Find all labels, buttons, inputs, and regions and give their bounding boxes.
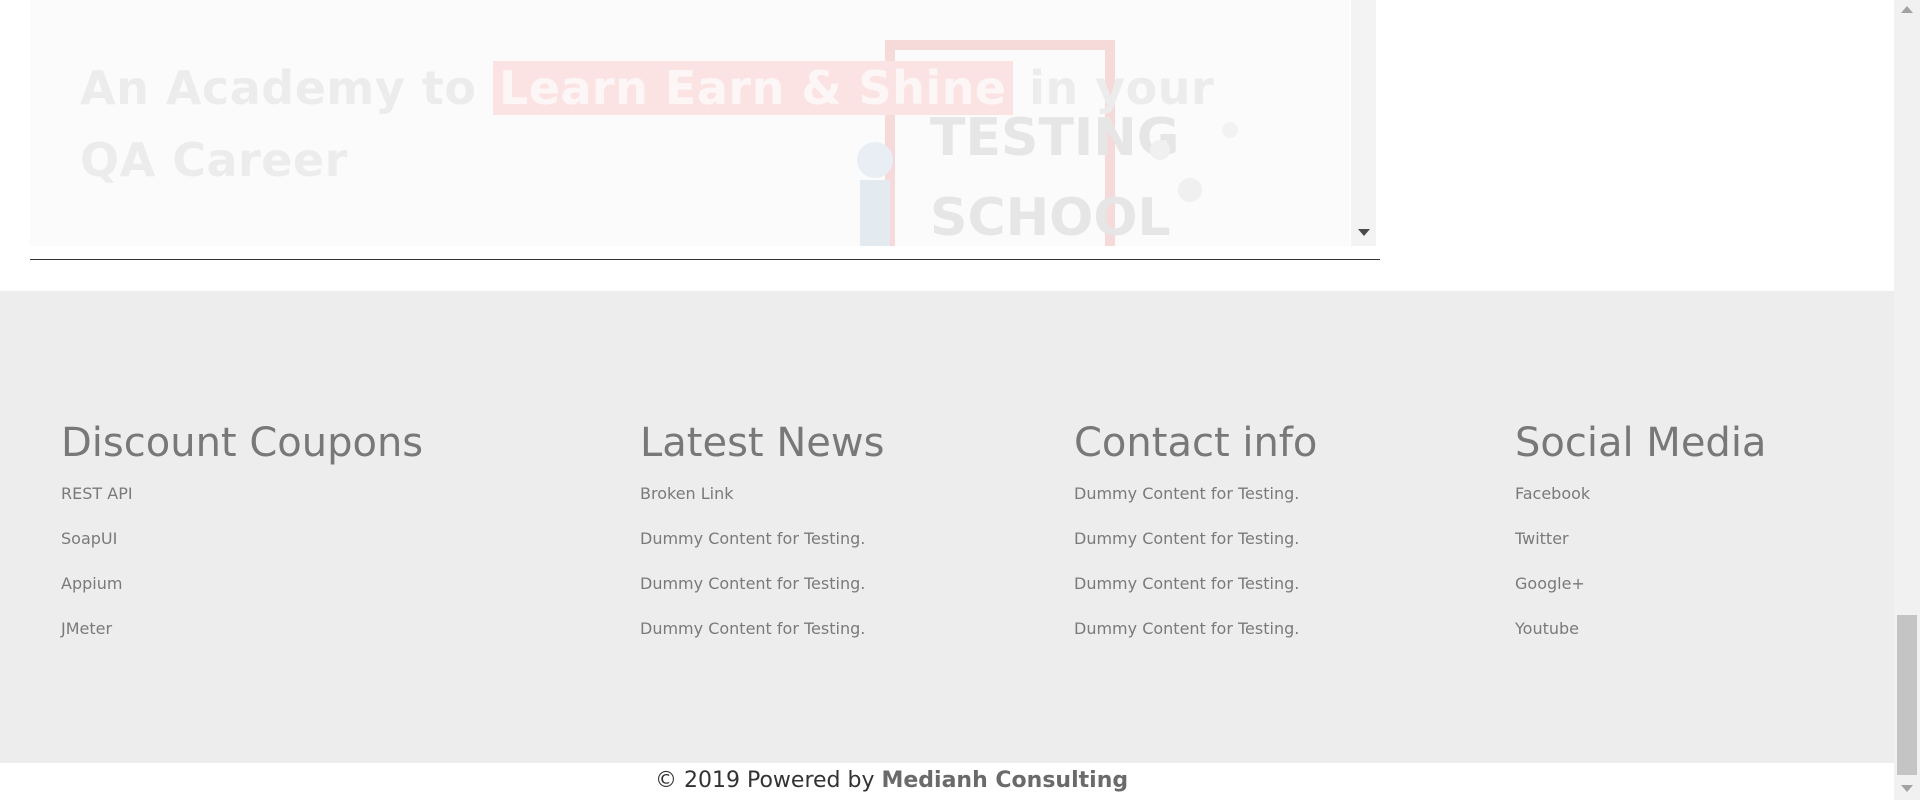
footer-link[interactable]: Appium <box>61 574 122 593</box>
footer-heading: Social Media <box>1515 420 1767 466</box>
footer-list-item: Dummy Content for Testing. <box>640 528 884 573</box>
footer-list-item: Facebook <box>1515 483 1766 528</box>
footer-link[interactable]: Dummy Content for Testing. <box>1074 574 1299 593</box>
footer-link[interactable]: Dummy Content for Testing. <box>1074 484 1299 503</box>
twitter-link[interactable]: Twitter <box>1515 529 1569 548</box>
footer-heading: Contact info <box>1074 420 1318 466</box>
footer-list-item: Dummy Content for Testing. <box>1074 618 1317 663</box>
footer-list-item: Dummy Content for Testing. <box>1074 573 1317 618</box>
footer-list-item: Twitter <box>1515 528 1766 573</box>
footer-heading: Latest News <box>640 420 885 466</box>
footer-link[interactable]: Dummy Content for Testing. <box>640 529 865 548</box>
footer-link[interactable]: REST API <box>61 484 133 503</box>
footer-link[interactable]: Dummy Content for Testing. <box>1074 529 1299 548</box>
embedded-frame: TESTING SCHOOL An Academy to Learn Earn … <box>0 0 1376 246</box>
footer-column-discount-coupons: Discount Coupons REST API SoapUI Appium … <box>61 419 423 663</box>
footer-list-item: Dummy Content for Testing. <box>640 573 884 618</box>
footer-link[interactable]: Dummy Content for Testing. <box>640 619 865 638</box>
footer-column-latest-news: Latest News Broken Link Dummy Content fo… <box>640 419 884 663</box>
footer: Discount Coupons REST API SoapUI Appium … <box>0 291 1894 763</box>
page-scrollbar[interactable] <box>1894 0 1920 800</box>
hero-title-part1: An Academy to <box>80 61 493 115</box>
footer-list-item: Google+ <box>1515 573 1766 618</box>
footer-list-item: SoapUI <box>61 528 423 573</box>
scroll-up-arrow-icon[interactable] <box>1901 6 1913 13</box>
footer-link[interactable]: JMeter <box>61 619 112 638</box>
scrollbar-thumb[interactable] <box>1897 615 1917 775</box>
footer-link[interactable]: Dummy Content for Testing. <box>1074 619 1299 638</box>
footer-list-item: Youtube <box>1515 618 1766 663</box>
footer-list-item: Dummy Content for Testing. <box>1074 528 1317 573</box>
footer-link[interactable]: SoapUI <box>61 529 117 548</box>
hero-banner: TESTING SCHOOL An Academy to Learn Earn … <box>30 0 1350 246</box>
footer-list-item: Broken Link <box>640 483 884 528</box>
footer-link[interactable]: Dummy Content for Testing. <box>640 574 865 593</box>
scroll-down-arrow-icon[interactable] <box>1358 229 1370 236</box>
hero-title: An Academy to Learn Earn & Shine in your… <box>80 52 1280 196</box>
svg-text:SCHOOL: SCHOOL <box>930 188 1171 246</box>
footer-list-item: Dummy Content for Testing. <box>640 618 884 663</box>
scroll-down-arrow-icon[interactable] <box>1901 785 1913 792</box>
footer-link[interactable]: Broken Link <box>640 484 734 503</box>
footer-list-item: JMeter <box>61 618 423 663</box>
footer-heading: Discount Coupons <box>61 420 424 466</box>
divider <box>30 259 1380 260</box>
footer-list-item: Appium <box>61 573 423 618</box>
youtube-link[interactable]: Youtube <box>1515 619 1579 638</box>
google-plus-link[interactable]: Google+ <box>1515 574 1585 593</box>
copyright-prefix: © 2019 Powered by <box>655 768 882 793</box>
facebook-link[interactable]: Facebook <box>1515 484 1590 503</box>
frame-scrollbar[interactable] <box>1351 0 1376 246</box>
brand-link[interactable]: Medianh Consulting <box>881 768 1128 793</box>
footer-list-item: Dummy Content for Testing. <box>1074 483 1317 528</box>
hero-title-highlight: Learn Earn & Shine <box>492 61 1013 115</box>
footer-column-social-media: Social Media Facebook Twitter Google+ Yo… <box>1515 419 1766 663</box>
footer-list-item: REST API <box>61 483 423 528</box>
copyright: © 2019 Powered by Medianh Consulting <box>655 768 1128 793</box>
footer-column-contact-info: Contact info Dummy Content for Testing. … <box>1074 419 1317 663</box>
